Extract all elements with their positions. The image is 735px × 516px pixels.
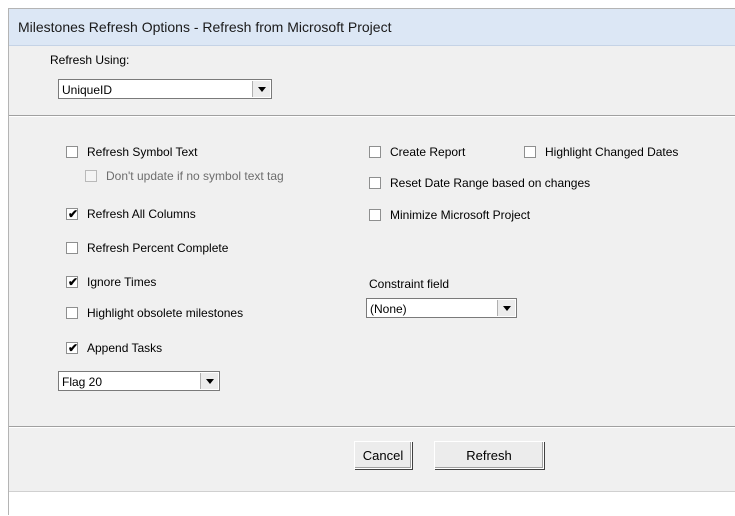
refresh-button[interactable]: Refresh bbox=[434, 441, 544, 469]
ignore-times-label: Ignore Times bbox=[87, 275, 157, 289]
constraint-field-select[interactable]: (None) bbox=[366, 298, 517, 318]
dont-update-label: Don't update if no symbol text tag bbox=[106, 169, 284, 183]
refresh-using-label: Refresh Using: bbox=[50, 53, 130, 67]
minimize-project-checkbox[interactable] bbox=[369, 209, 381, 221]
highlight-obsolete-label: Highlight obsolete milestones bbox=[87, 306, 244, 320]
highlight-obsolete-checkbox[interactable] bbox=[66, 307, 78, 319]
dialog-window: Milestones Refresh Options - Refresh fro… bbox=[8, 8, 735, 516]
refresh-symbol-text-label: Refresh Symbol Text bbox=[87, 145, 198, 159]
constraint-field-value: (None) bbox=[370, 302, 407, 316]
refresh-symbol-text-checkbox[interactable] bbox=[66, 146, 78, 158]
refresh-percent-complete-label: Refresh Percent Complete bbox=[87, 241, 229, 255]
bottom-divider bbox=[9, 426, 735, 428]
title-bar: Milestones Refresh Options - Refresh fro… bbox=[9, 9, 735, 46]
top-divider bbox=[9, 115, 735, 117]
constraint-field-label: Constraint field bbox=[369, 277, 450, 291]
reset-date-range-label: Reset Date Range based on changes bbox=[390, 176, 591, 190]
ignore-times-checkbox[interactable]: ✔ bbox=[66, 275, 79, 289]
append-flag-value: Flag 20 bbox=[62, 375, 103, 389]
footer-bar bbox=[9, 483, 735, 491]
window-title: Milestones Refresh Options - Refresh fro… bbox=[18, 19, 392, 35]
refresh-all-columns-label: Refresh All Columns bbox=[87, 207, 196, 221]
chevron-down-icon[interactable] bbox=[200, 373, 218, 389]
append-tasks-checkbox[interactable]: ✔ bbox=[66, 341, 79, 355]
refresh-percent-complete-checkbox[interactable] bbox=[66, 242, 78, 254]
refresh-all-columns-checkbox[interactable]: ✔ bbox=[66, 207, 79, 221]
minimize-project-label: Minimize Microsoft Project bbox=[390, 208, 531, 222]
append-tasks-label: Append Tasks bbox=[87, 341, 163, 355]
cancel-button[interactable]: Cancel bbox=[354, 441, 412, 469]
highlight-changed-dates-checkbox[interactable] bbox=[524, 146, 536, 158]
checkmark-icon: ✔ bbox=[67, 275, 79, 289]
refresh-using-value: UniqueID bbox=[62, 83, 113, 97]
chevron-down-icon[interactable] bbox=[252, 81, 270, 97]
refresh-using-select[interactable]: UniqueID bbox=[58, 79, 272, 99]
checkmark-icon: ✔ bbox=[67, 207, 79, 221]
checkmark-icon: ✔ bbox=[67, 341, 79, 355]
highlight-changed-dates-label: Highlight Changed Dates bbox=[545, 145, 679, 159]
append-flag-select[interactable]: Flag 20 bbox=[58, 371, 220, 391]
footer-panel bbox=[9, 491, 735, 516]
create-report-checkbox[interactable] bbox=[369, 146, 381, 158]
create-report-label: Create Report bbox=[390, 145, 466, 159]
chevron-down-icon[interactable] bbox=[497, 300, 515, 316]
reset-date-range-checkbox[interactable] bbox=[369, 177, 381, 189]
dont-update-checkbox[interactable] bbox=[85, 170, 97, 182]
